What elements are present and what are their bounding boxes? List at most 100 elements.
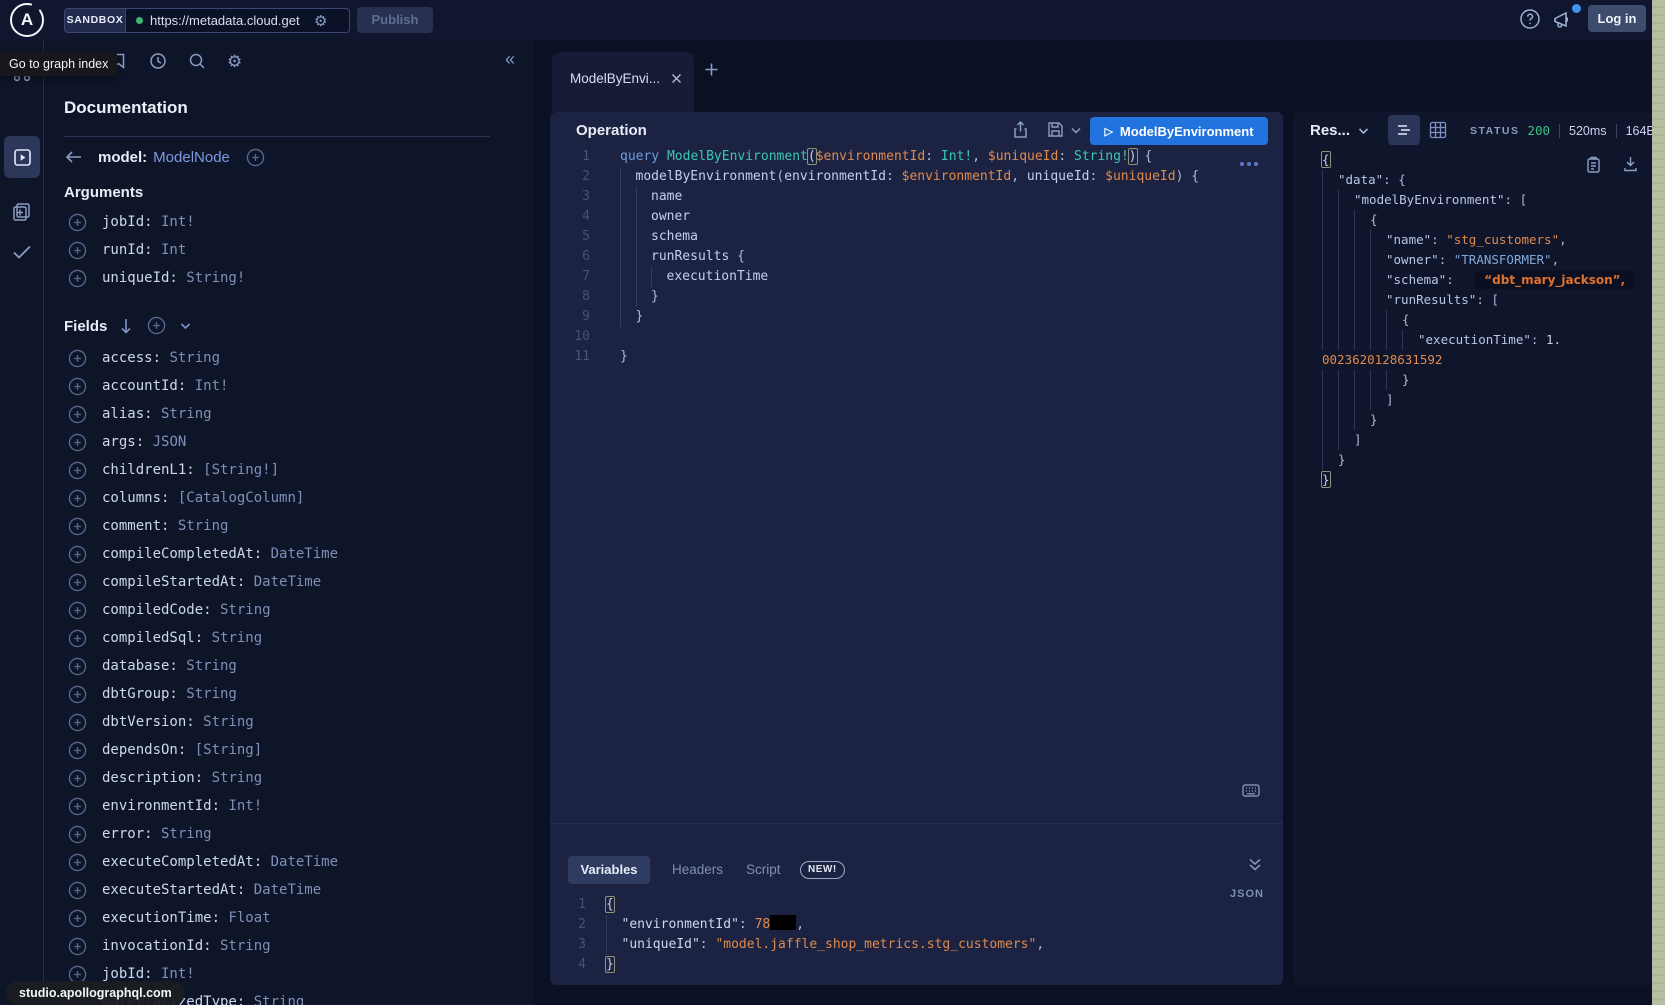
field-name-link[interactable]: description: [102,770,203,786]
field-type-link[interactable]: String [203,770,262,786]
tab-variables[interactable]: Variables [568,856,650,884]
save-options-chevron-icon[interactable] [1071,127,1081,134]
add-field-to-query-button[interactable] [68,461,87,480]
field-name-link[interactable]: error: [102,826,153,842]
field-name-link[interactable]: compileCompletedAt: [102,546,262,562]
field-name-link[interactable]: compiledSql: [102,630,203,646]
response-view-table-button[interactable] [1429,121,1447,139]
field-name-link[interactable]: jobId: [102,966,153,982]
field-name-link[interactable]: columns: [102,490,169,506]
collapse-variables-icon[interactable] [1248,858,1262,871]
tab-script[interactable]: Script [746,862,781,877]
add-field-to-query-button[interactable] [68,741,87,760]
tab-modelbyenvironment[interactable]: ModelByEnvi... [552,52,694,112]
tab-title[interactable]: ModelByEnvi... [570,71,671,86]
field-name-link[interactable]: alias: [102,406,153,422]
field-type-link[interactable]: Int! [220,798,262,814]
search-icon[interactable] [188,52,206,70]
add-field-to-query-button[interactable] [68,853,87,872]
add-field-to-query-button[interactable] [68,377,87,396]
field-type-link[interactable]: String! [178,270,245,286]
help-icon[interactable] [1519,8,1541,30]
field-name-link[interactable]: invocationId: [102,938,212,954]
sidebar-item-schema[interactable] [11,201,32,222]
field-type-link[interactable]: DateTime [245,574,321,590]
add-field-to-query-button[interactable] [68,825,87,844]
collapse-panel-icon[interactable]: « [505,49,515,70]
field-type-link[interactable]: DateTime [262,854,338,870]
add-field-to-query-button[interactable] [68,213,87,232]
add-field-to-query-button[interactable] [68,405,87,424]
field-name-link[interactable]: jobId: [102,214,153,230]
sidebar-item-checks[interactable] [11,243,33,261]
field-name-link[interactable]: environmentId: [102,798,220,814]
field-type-link[interactable]: [String!] [195,462,279,478]
field-name-link[interactable]: uniqueId: [102,270,178,286]
settings-gear-icon[interactable]: ⚙ [227,52,242,72]
field-name-link[interactable]: executionTime: [102,910,220,926]
publish-button[interactable]: Publish [357,7,433,33]
field-type-link[interactable]: Int [153,242,187,258]
add-field-to-query-button[interactable] [68,241,87,260]
field-type-link[interactable]: String [169,518,228,534]
field-name-link[interactable]: executeStartedAt: [102,882,245,898]
add-field-to-query-button[interactable] [68,685,87,704]
apollo-logo[interactable]: A [10,3,44,37]
field-name-link[interactable]: accountId: [102,378,186,394]
field-name-link[interactable]: compileStartedAt: [102,574,245,590]
field-type-link[interactable]: Float [220,910,271,926]
add-field-to-query-button[interactable] [68,545,87,564]
run-operation-button[interactable]: ▷ ModelByEnvironment [1090,117,1268,145]
field-type-link[interactable]: String [153,826,212,842]
variables-editor[interactable]: 1{2"environmentId": 78,3"uniqueId": "mod… [550,895,1250,975]
endpoint-url[interactable]: https://metadata.cloud.get [150,13,312,28]
field-type-link[interactable]: String [178,686,237,702]
response-dropdown-chevron-icon[interactable] [1358,127,1369,135]
connection-settings-icon[interactable]: ⚙ [314,12,327,30]
response-json-tree[interactable]: {"data": {"modelByEnvironment": [{"name"… [1322,150,1648,490]
field-name-link[interactable]: dbtVersion: [102,714,195,730]
field-type-link[interactable]: Int! [153,966,195,982]
field-type-link[interactable]: String [203,630,262,646]
response-view-tree-button[interactable] [1388,115,1420,145]
field-type-link[interactable]: Int! [153,214,195,230]
endpoint-url-input[interactable]: https://metadata.cloud.get ⚙ [126,8,350,33]
field-type-link[interactable]: DateTime [262,546,338,562]
keyboard-shortcuts-icon[interactable] [1242,784,1260,797]
add-field-to-query-button[interactable] [68,769,87,788]
save-icon[interactable] [1047,121,1064,138]
add-all-fields-button[interactable] [147,316,166,335]
field-name-link[interactable]: executeCompletedAt: [102,854,262,870]
field-name-link[interactable]: dependsOn: [102,742,186,758]
add-field-to-query-button[interactable] [68,349,87,368]
field-type-link[interactable]: String [245,994,304,1005]
field-type-link[interactable]: String [161,350,220,366]
response-title[interactable]: Res... [1310,122,1350,139]
field-name-link[interactable]: args: [102,434,144,450]
announcements-icon[interactable] [1551,9,1575,31]
add-field-to-query-button[interactable] [68,797,87,816]
history-icon[interactable] [149,52,167,70]
share-icon[interactable] [1012,121,1029,139]
operation-editor[interactable]: 1query ModelByEnvironment($environmentId… [550,147,1250,367]
field-type-link[interactable]: String [195,714,254,730]
add-field-to-query-button[interactable] [68,269,87,288]
field-type-link[interactable]: Int! [186,378,228,394]
field-type-link[interactable]: String [212,938,271,954]
field-type-link[interactable]: String [153,406,212,422]
field-name-link[interactable]: database: [102,658,178,674]
field-type-link[interactable]: String [178,658,237,674]
field-name-link[interactable]: access: [102,350,161,366]
field-type-link[interactable]: String [212,602,271,618]
sidebar-item-explorer[interactable] [4,136,40,178]
sort-fields-icon[interactable] [119,318,133,334]
add-field-to-query-button[interactable] [68,601,87,620]
field-name-link[interactable]: dbtGroup: [102,686,178,702]
field-name-link[interactable]: comment: [102,518,169,534]
add-type-button[interactable] [246,148,265,167]
field-name-link[interactable]: childrenL1: [102,462,195,478]
field-type-link[interactable]: JSON [144,434,186,450]
field-name-link[interactable]: runId: [102,242,153,258]
add-field-to-query-button[interactable] [68,433,87,452]
add-fields-dropdown-icon[interactable] [180,322,191,330]
